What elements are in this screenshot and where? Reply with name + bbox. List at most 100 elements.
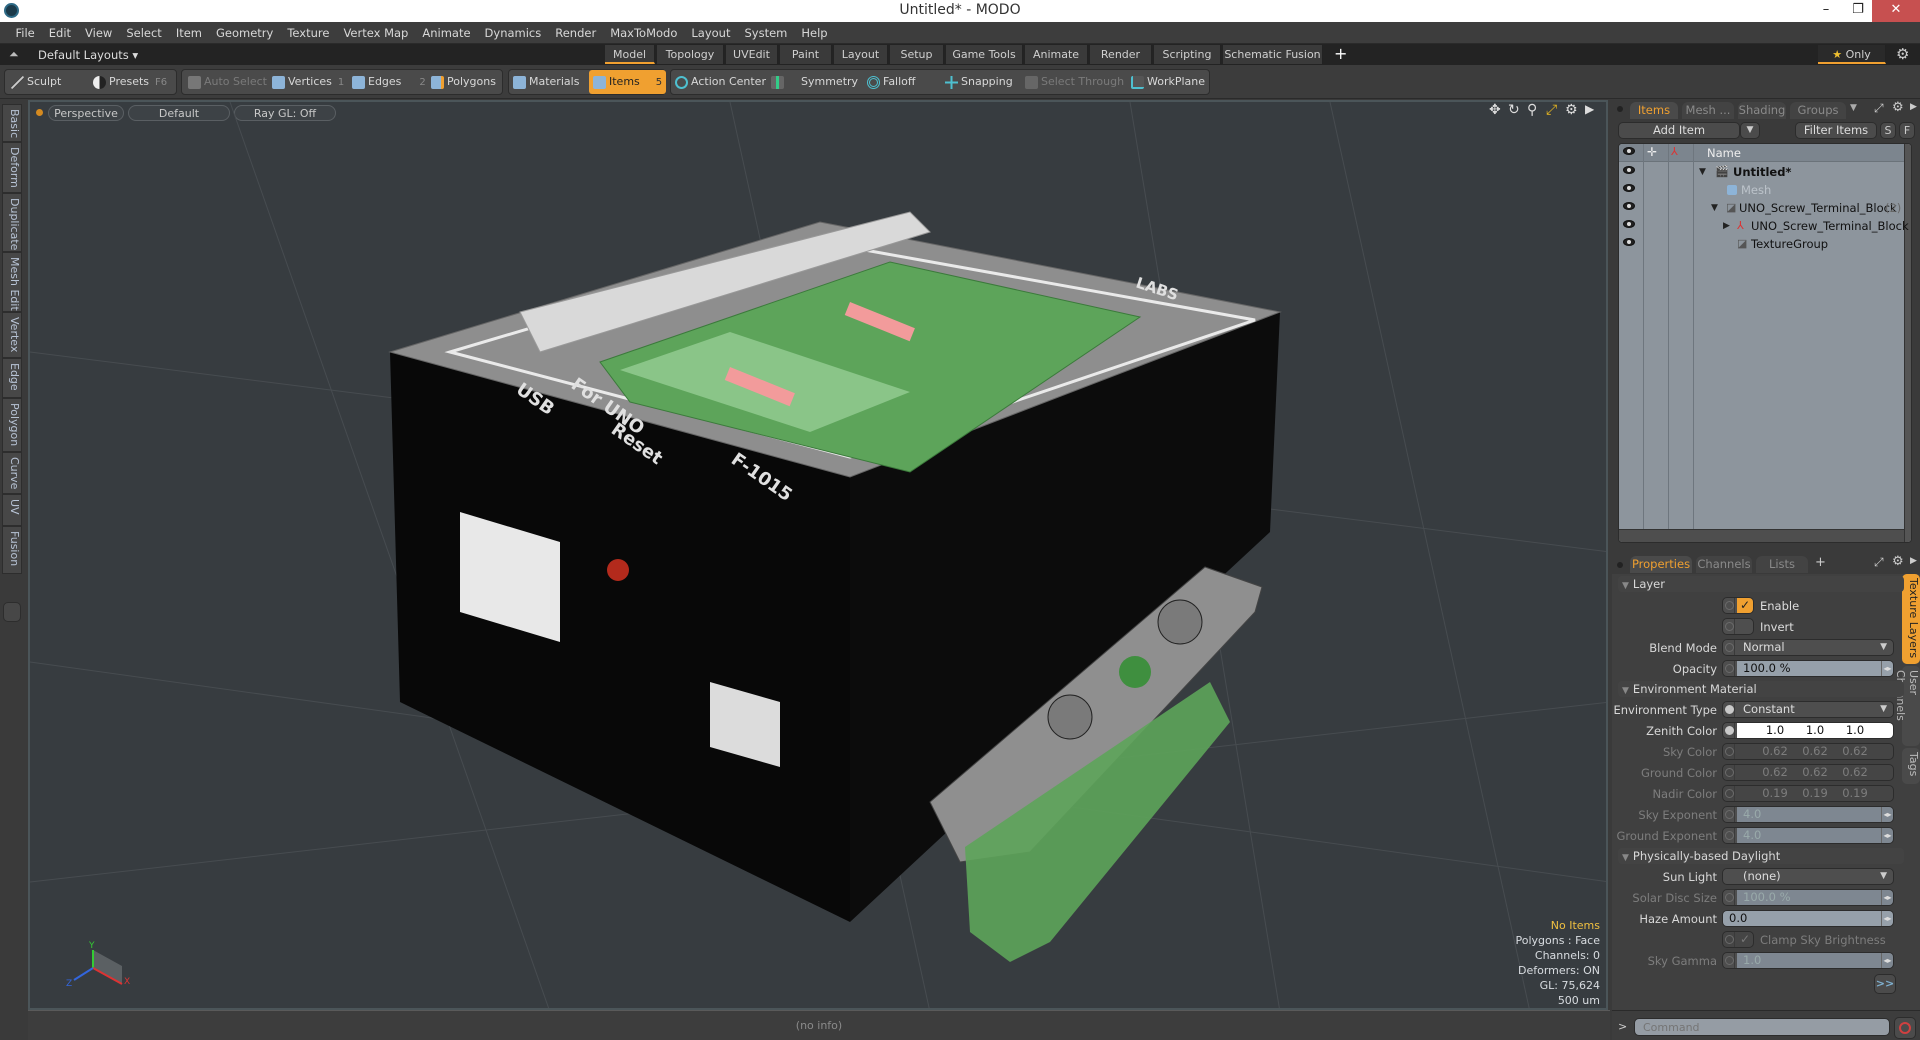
sun-light-select[interactable]: (none) ▼ xyxy=(1722,868,1894,885)
menu-help[interactable]: Help xyxy=(794,22,834,44)
spinner-icon[interactable]: ◂▸ xyxy=(1881,953,1893,968)
gear-icon[interactable]: ⚙ xyxy=(1896,45,1909,63)
f-button[interactable]: F xyxy=(1899,122,1915,139)
tab-deform[interactable]: Deform xyxy=(2,142,22,193)
menu-texture[interactable]: Texture xyxy=(280,22,336,44)
tab-items[interactable]: Items xyxy=(1630,102,1678,119)
enable-checkbox[interactable]: ✓ xyxy=(1722,597,1754,614)
edges-button[interactable]: Edges 2 xyxy=(352,70,426,94)
tab-model[interactable]: Model xyxy=(605,45,655,64)
tab-shading[interactable]: Shading xyxy=(1738,102,1786,119)
menu-geometry[interactable]: Geometry xyxy=(209,22,280,44)
add-item-button[interactable]: Add Item xyxy=(1618,122,1740,139)
side-tab-texture-layers[interactable]: Texture Layers xyxy=(1902,574,1920,664)
tabs-dropdown-icon[interactable]: ▼ xyxy=(1850,103,1857,113)
falloff-button[interactable]: Falloff xyxy=(867,70,915,94)
menu-vertex-map[interactable]: Vertex Map xyxy=(336,22,415,44)
spinner-icon[interactable]: ◂▸ xyxy=(1881,911,1893,926)
tab-mesh[interactable]: Mesh ... xyxy=(1682,102,1734,119)
menu-animate[interactable]: Animate xyxy=(415,22,477,44)
menu-item[interactable]: Item xyxy=(169,22,209,44)
visibility-toggle-icon[interactable] xyxy=(1623,202,1635,210)
zenith-color-field[interactable]: 1.0 1.0 1.0 xyxy=(1722,722,1894,739)
sky-color-field[interactable]: 0.62 0.62 0.62 xyxy=(1722,743,1894,760)
sky-exponent-slider[interactable]: 4.0 ◂▸ xyxy=(1722,806,1894,823)
side-tab-user-channels[interactable]: User Channels xyxy=(1894,666,1920,746)
select-through-button[interactable]: Select Through xyxy=(1025,70,1124,94)
tab-properties[interactable]: Properties xyxy=(1630,556,1692,573)
opacity-slider[interactable]: 100.0 % ◂▸ xyxy=(1722,660,1894,677)
ground-color-field[interactable]: 0.62 0.62 0.62 xyxy=(1722,764,1894,781)
menu-file[interactable]: File xyxy=(9,22,42,44)
add-item-dropdown-icon[interactable]: ▼ xyxy=(1740,122,1760,139)
tab-topology[interactable]: Topology xyxy=(657,45,724,64)
items-button[interactable]: Items 5 xyxy=(589,70,666,94)
haze-amount-slider[interactable]: 0.0 ◂▸ xyxy=(1722,910,1894,927)
visibility-toggle-icon[interactable] xyxy=(1623,238,1635,246)
tab-animate[interactable]: Animate xyxy=(1025,45,1088,64)
add-tab-button[interactable]: + xyxy=(1334,44,1347,63)
add-properties-tab-button[interactable]: + xyxy=(1815,555,1826,570)
symmetry-button[interactable]: Symmetry xyxy=(771,70,858,94)
vertices-button[interactable]: Vertices 1 xyxy=(272,70,344,94)
spinner-icon[interactable]: ◂▸ xyxy=(1881,828,1893,843)
close-button[interactable]: ✕ xyxy=(1872,0,1920,22)
section-layer[interactable]: ▼ Layer xyxy=(1618,576,1904,592)
menu-dynamics[interactable]: Dynamics xyxy=(478,22,549,44)
tab-paint[interactable]: Paint xyxy=(780,45,832,64)
tab-setup[interactable]: Setup xyxy=(890,45,944,64)
menu-maxtomodo[interactable]: MaxToModo xyxy=(603,22,684,44)
tree-row-locator[interactable]: ▶ ⅄ UNO_Screw_Terminal_Block xyxy=(1619,217,1909,235)
expand-panel-icon[interactable]: ⤢ xyxy=(1874,101,1884,116)
collapse-arrow-icon[interactable]: ⏶ xyxy=(9,47,19,62)
tab-scripting[interactable]: Scripting xyxy=(1154,45,1221,64)
action-center-button[interactable]: Action Center xyxy=(675,70,766,94)
blend-mode-select[interactable]: Normal ▼ xyxy=(1722,639,1894,656)
tab-schematic-fusion[interactable]: Schematic Fusion xyxy=(1223,45,1323,64)
spinner-icon[interactable]: ◂▸ xyxy=(1881,661,1893,676)
tree-row-mesh[interactable]: Mesh xyxy=(1619,181,1904,199)
collapse-arrow-icon[interactable]: ▶ xyxy=(1723,217,1730,235)
record-button[interactable] xyxy=(1894,1017,1916,1039)
tab-polygon[interactable]: Polygon xyxy=(2,398,22,452)
materials-button[interactable]: Materials xyxy=(513,70,579,94)
tab-game-tools[interactable]: Game Tools xyxy=(946,45,1023,64)
snapping-button[interactable]: Snapping xyxy=(945,70,1013,94)
expand-arrow-icon[interactable]: ▼ xyxy=(1699,163,1706,181)
presets-button[interactable]: Presets F6 xyxy=(93,70,167,94)
tab-mesh-edit[interactable]: Mesh Edit xyxy=(2,252,22,312)
tab-fusion[interactable]: Fusion xyxy=(2,526,22,574)
visibility-toggle-icon[interactable] xyxy=(1623,166,1635,174)
menu-view[interactable]: View xyxy=(78,22,119,44)
tree-row-group[interactable]: ▼ ◪ UNO_Screw_Terminal_Block (2) xyxy=(1619,199,1904,217)
command-input[interactable] xyxy=(1634,1018,1890,1036)
visibility-toggle-icon[interactable] xyxy=(1623,184,1635,192)
sky-gamma-slider[interactable]: 1.0 ◂▸ xyxy=(1722,952,1894,969)
ground-exponent-slider[interactable]: 4.0 ◂▸ xyxy=(1722,827,1894,844)
menu-layout[interactable]: Layout xyxy=(684,22,737,44)
nadir-color-field[interactable]: 0.19 0.19 0.19 xyxy=(1722,785,1894,802)
clamp-sky-checkbox[interactable]: ✓ xyxy=(1722,931,1754,948)
properties-menu-dot-icon[interactable] xyxy=(1617,562,1623,568)
spinner-icon[interactable]: ◂▸ xyxy=(1881,890,1893,905)
auto-select-button[interactable]: Auto Select xyxy=(188,70,267,94)
menu-edit[interactable]: Edit xyxy=(42,22,78,44)
3d-viewport[interactable]: Perspective Default Ray GL: Off ✥ ↻ ⚲ ⤢ … xyxy=(28,100,1608,1010)
menu-system[interactable]: System xyxy=(737,22,794,44)
tree-row-scene[interactable]: ▼ 🎬 Untitled* xyxy=(1619,163,1904,181)
tab-layout[interactable]: Layout xyxy=(834,45,888,64)
tab-groups[interactable]: Groups xyxy=(1790,102,1846,119)
tab-duplicate[interactable]: Duplicate xyxy=(2,193,22,252)
sculpt-button[interactable]: Sculpt xyxy=(11,70,61,94)
minimize-button[interactable]: – xyxy=(1810,0,1842,22)
spinner-icon[interactable]: ◂▸ xyxy=(1881,807,1893,822)
menu-render[interactable]: Render xyxy=(548,22,603,44)
menu-select[interactable]: Select xyxy=(119,22,168,44)
polygons-button[interactable]: Polygons xyxy=(431,70,496,94)
tree-row-texturegroup[interactable]: ◪ TextureGroup xyxy=(1619,235,1904,253)
expand-properties-icon[interactable]: ⤢ xyxy=(1874,555,1884,570)
default-layouts-dropdown[interactable]: Default Layouts ▾ xyxy=(38,48,138,62)
filter-items-input[interactable]: Filter Items xyxy=(1795,122,1877,139)
only-toggle[interactable]: ★ Only xyxy=(1818,45,1886,64)
s-button[interactable]: S xyxy=(1880,122,1896,139)
